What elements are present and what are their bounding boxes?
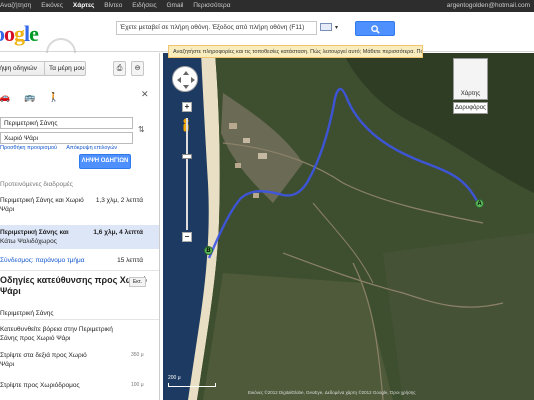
route-subtitle: Ψάρι xyxy=(0,206,15,213)
step-text-2: Σάνης προς Χωριό Ψάρι xyxy=(0,335,71,342)
step-text: Στρίψτε προς Χωριόδρομος xyxy=(0,382,80,389)
pan-control[interactable] xyxy=(172,66,198,92)
route-distance: 1,3 χλμ, 2 λεπτά xyxy=(95,197,143,204)
print-button[interactable]: Εκτ. xyxy=(129,277,146,287)
map-scale: 200 μ xyxy=(168,375,216,387)
step-distance: 350 μ xyxy=(131,352,144,358)
nav-videos[interactable]: Βίντεο xyxy=(104,2,122,9)
directions-title-line1: Οδηγίες κατεύθυνσης προς Χωριό xyxy=(0,275,147,285)
route-options-links: Προσθήκη προορισμού Απόκρυψη επιλογών xyxy=(0,145,125,151)
notice-bar: Αναζητήστε πληροφορίες και τις τοποθεσίε… xyxy=(168,45,423,58)
nav-search[interactable]: Αναζήτηση xyxy=(0,2,31,9)
search-button[interactable] xyxy=(355,21,395,36)
step-text: Στρίψτε στα δεξιά προς Χωριό xyxy=(0,352,87,359)
start-label: Περιμετρική Σάνης xyxy=(0,310,54,317)
direction-step[interactable]: Στρίψτε στα δεξιά προς Χωριό Ψάρι 350 μ xyxy=(0,351,150,369)
directions-panel: Λήψη οδηγιών Τα μέρη μου ⎙ ⊖ 🚗 🚌 🚶 ✕ Περ… xyxy=(0,53,160,400)
nav-maps[interactable]: Χάρτες xyxy=(73,2,95,9)
route-name: Περιμετρική Σάνης και xyxy=(0,229,69,236)
step-distance: 100 μ xyxy=(131,382,144,388)
route-subtitle: Σύνδεσμος: παράνομο τμήμα xyxy=(0,257,85,264)
nav-gmail[interactable]: Gmail xyxy=(167,2,184,9)
direction-step[interactable]: Στρίψτε προς Χωριόδρομος 100 μ xyxy=(0,381,150,390)
zoom-slider-handle[interactable] xyxy=(182,154,192,159)
my-places-tab[interactable]: Τα μέρη μου xyxy=(44,61,86,76)
route-option[interactable]: Περιμετρική Σάνης και Χωριό 1,3 χλμ, 2 λ… xyxy=(0,195,159,217)
route-subtitle: Κάτω Ψαλιδόχωρος xyxy=(0,238,57,245)
directions-title: Οδηγίες κατεύθυνσης προς Χωριό Ψάρι xyxy=(0,275,147,297)
suggested-routes-title: Προτεινόμενες διαδρομές xyxy=(0,181,73,188)
scale-bar xyxy=(168,383,216,387)
divider xyxy=(0,270,159,271)
top-nav-bar: Αναζήτηση Εικόνες Χάρτες Βίντεο Ειδήσεις… xyxy=(0,0,534,12)
from-field[interactable]: Περιμετρική Σάνης xyxy=(0,117,133,129)
link-icon[interactable]: ⊖ xyxy=(131,61,144,76)
satellite-type-button[interactable]: Δορυφόρος xyxy=(453,102,488,114)
map-type-thumbnail[interactable]: Χάρτης xyxy=(453,58,488,100)
top-nav: Αναζήτηση Εικόνες Χάρτες Βίντεο Ειδήσεις… xyxy=(0,2,239,9)
map-type-label: Χάρτης xyxy=(460,91,481,97)
search-icon xyxy=(371,25,380,34)
keyboard-icon[interactable] xyxy=(320,23,332,31)
hide-options-link[interactable]: Απόκρυψη επιλογών xyxy=(66,145,117,151)
zoom-slider[interactable] xyxy=(186,118,188,230)
nav-news[interactable]: Ειδήσεις xyxy=(132,2,157,9)
google-logo[interactable]: oogle xyxy=(0,23,39,45)
car-mode-icon[interactable]: 🚗 xyxy=(0,91,13,103)
chevron-down-icon[interactable]: ▾ xyxy=(335,24,338,31)
account-email[interactable]: argentogolden@hotmail.com xyxy=(447,2,530,9)
zoom-in-button[interactable]: + xyxy=(182,102,192,112)
to-field[interactable]: Χωριό Ψάρι xyxy=(0,132,133,144)
walk-mode-icon[interactable]: 🚶 xyxy=(46,91,62,103)
transit-mode-icon[interactable]: 🚌 xyxy=(22,91,38,103)
divider xyxy=(0,319,159,320)
route-option[interactable]: Σύνδεσμος: παράνομο τμήμα 15 λεπτά xyxy=(0,255,159,267)
route-distance: 15 λεπτά xyxy=(117,257,143,264)
directions-title-line2: Ψάρι xyxy=(0,286,21,296)
print-icon[interactable]: ⎙ xyxy=(113,61,126,76)
close-icon[interactable]: ✕ xyxy=(141,89,149,100)
direction-step[interactable]: Κατευθυνθείτε βόρεια στην Περιμετρική Σά… xyxy=(0,325,113,343)
pan-arrows-icon xyxy=(177,71,195,89)
nav-more[interactable]: Περισσότερα xyxy=(193,2,230,9)
nav-images[interactable]: Εικόνες xyxy=(41,2,63,9)
map-view[interactable]: + − Χάρτης Δορυφόρος B A 200 μ Εικόνες ©… xyxy=(163,53,534,400)
route-start-marker[interactable]: A xyxy=(475,199,484,208)
search-input[interactable]: Έχετε μεταβεί σε πλήρη οθόνη. Έξοδος από… xyxy=(116,21,317,35)
scale-label: 200 μ xyxy=(168,375,181,381)
step-text: Κατευθυνθείτε βόρεια στην Περιμετρική xyxy=(0,326,113,333)
route-option-selected[interactable]: Περιμετρική Σάνης και 1,6 χλμ, 4 λεπτά Κ… xyxy=(0,225,159,249)
route-distance: 1,6 χλμ, 4 λεπτά xyxy=(93,229,143,236)
swap-icon[interactable]: ⇅ xyxy=(138,125,147,137)
get-directions-button[interactable]: ΛΗΨΗ ΟΔΗΓΙΩΝ xyxy=(79,154,131,169)
fullscreen-hint: Έχετε μεταβεί σε πλήρη οθόνη. Έξοδος από… xyxy=(120,24,305,31)
zoom-out-button[interactable]: − xyxy=(182,232,192,242)
add-destination-link[interactable]: Προσθήκη προορισμού xyxy=(0,145,57,151)
route-name: Περιμετρική Σάνης και Χωριό xyxy=(0,197,84,204)
route-end-marker[interactable]: B xyxy=(204,246,213,255)
step-text-2: Ψάρι xyxy=(0,361,15,368)
map-copyright[interactable]: Εικόνες ©2012 DigitalGlobe, GeoEye, Δεδο… xyxy=(248,390,416,395)
